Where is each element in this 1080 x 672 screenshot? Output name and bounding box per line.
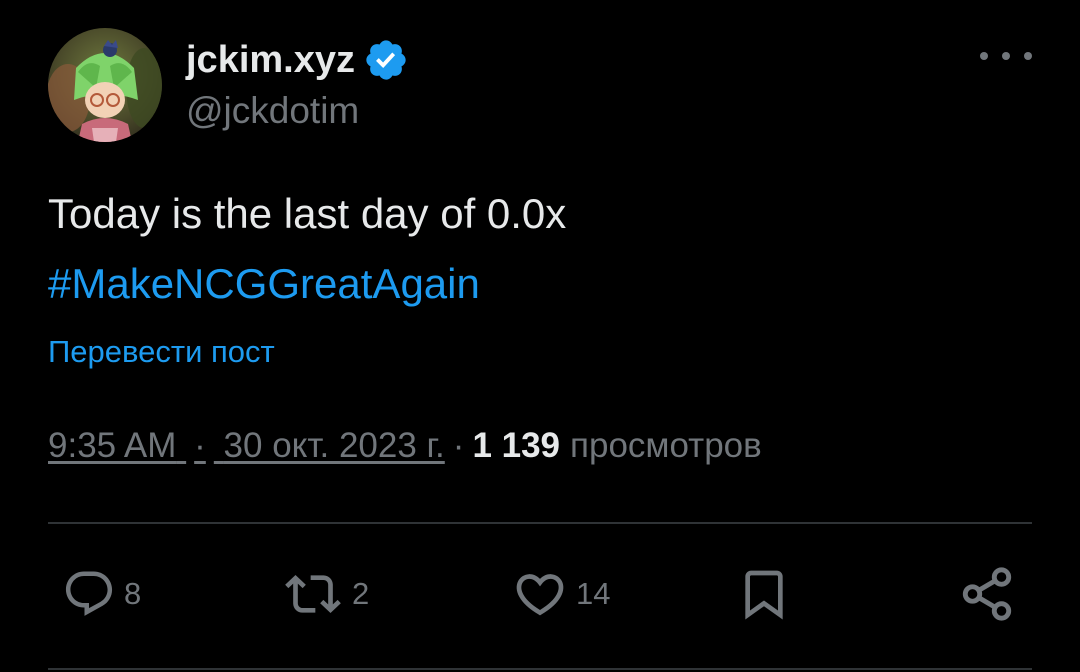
hashtag-link[interactable]: #MakeNCGGreatAgain (48, 260, 480, 308)
avatar[interactable] (48, 28, 162, 142)
reply-button[interactable]: 8 (62, 566, 141, 622)
repost-button[interactable]: 2 (282, 566, 369, 622)
repost-count: 2 (352, 576, 370, 611)
divider (48, 522, 1032, 524)
views-label: просмотров (570, 426, 762, 465)
author-name-row[interactable]: jckim.xyz (186, 32, 409, 88)
reply-count: 8 (124, 576, 142, 611)
reply-icon (65, 571, 113, 616)
tweet-text: Today is the last day of 0.0x (48, 190, 567, 237)
more-icon[interactable] (980, 38, 1032, 74)
like-button[interactable]: 14 (512, 566, 610, 622)
repost-icon (285, 575, 341, 613)
views-count: 1 139 (472, 426, 561, 465)
bookmark-icon (745, 570, 783, 620)
verified-badge-icon (366, 40, 406, 80)
translate-post-link[interactable]: Перевести пост (48, 334, 275, 370)
tweet-time: 9:35 AM (48, 426, 177, 465)
meta-separator: · (452, 426, 465, 465)
like-icon (516, 574, 564, 616)
tweet-card: jckim.xyz @jckdotim Today is the last da… (0, 0, 1080, 672)
tweet-timestamp-link[interactable]: 9:35 AM · 30 окт. 2023 г. (48, 426, 445, 466)
meta-separator: · (194, 426, 206, 465)
divider (48, 668, 1032, 670)
share-icon (962, 567, 1012, 621)
user-handle[interactable]: @jckdotim (186, 90, 359, 132)
share-button[interactable] (958, 566, 1016, 622)
tweet-date: 30 окт. 2023 г. (223, 426, 445, 465)
tweet-meta: 9:35 AM · 30 окт. 2023 г. · 1 139 просмо… (48, 426, 762, 466)
bookmark-button[interactable] (736, 566, 792, 622)
display-name[interactable]: jckim.xyz (186, 39, 355, 82)
like-count: 14 (576, 576, 611, 611)
